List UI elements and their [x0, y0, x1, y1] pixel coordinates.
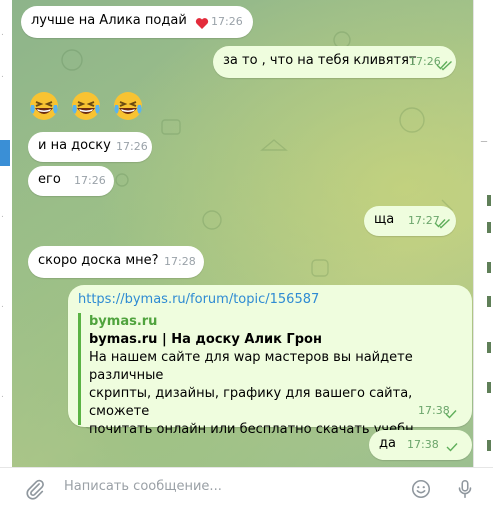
heart-icon[interactable] [195, 17, 209, 30]
chat-background[interactable]: лучше на Алика подай 17:26 за то , что н… [12, 0, 474, 467]
check-icon [445, 410, 457, 419]
message-link[interactable]: https://bymas.ru/forum/topic/156587 [78, 292, 319, 307]
message-time: 17:38 [407, 438, 439, 451]
double-check-icon [434, 218, 450, 229]
side-panel-marker [487, 440, 491, 451]
message-input[interactable]: Написать сообщение... [64, 479, 222, 494]
message-time: 17:28 [164, 255, 196, 268]
side-panel-marker [487, 382, 491, 393]
incoming-message[interactable]: лучше на Алика подай 17:26 [21, 6, 253, 38]
message-text: и на доску [38, 138, 111, 153]
outgoing-link-message[interactable]: https://bymas.ru/forum/topic/156587 byma… [68, 285, 472, 437]
side-panel-marker [487, 195, 491, 206]
message-text: за то , что на тебя кливятят [223, 53, 417, 68]
preview-site-name: bymas.ru [89, 314, 158, 329]
message-time: 17:26 [74, 174, 106, 187]
message-time: 17:26 [116, 140, 148, 153]
grinning-squinting-tears-emoji [72, 92, 100, 120]
emoji-icon[interactable] [410, 478, 432, 500]
outgoing-message[interactable]: ща 17:27 [364, 206, 456, 236]
message-text: да [379, 436, 396, 451]
side-panel-marker [487, 222, 491, 233]
preview-description-line: На нашем сайте для wap мастеров вы найде… [89, 350, 413, 383]
side-panel-marker [487, 342, 491, 353]
edge-mark: . [1, 390, 4, 400]
side-panel-marker [487, 296, 491, 307]
active-chat-indicator [0, 140, 10, 166]
preview-description: На нашем сайте для wap мастеров вы найде… [89, 349, 462, 439]
message-composer[interactable]: Написать сообщение... [0, 467, 493, 508]
side-panel-edge: — [473, 0, 493, 467]
message-time: 17:26 [211, 15, 243, 28]
microphone-icon[interactable] [454, 478, 476, 500]
chat-list-edge: . . . . . [0, 0, 12, 467]
incoming-message[interactable]: и на доску 17:26 [28, 132, 152, 162]
message-text: скоро доска мне? [38, 253, 159, 268]
side-panel-fragment: — [480, 137, 488, 145]
grinning-squinting-tears-emoji [30, 92, 58, 120]
preview-title: bymas.ru | На доску Алик Грон [89, 332, 322, 347]
message-text: лучше на Алика подай [31, 13, 187, 28]
outgoing-message[interactable]: за то , что на тебя кливятят 17:26 [213, 46, 456, 78]
message-text: ща [374, 212, 395, 227]
double-check-icon [436, 60, 452, 71]
preview-description-line: скрипты, дизайны, графику для вашего сай… [89, 386, 413, 419]
edge-mark: . [1, 70, 4, 80]
paperclip-icon[interactable] [24, 478, 46, 500]
edge-mark: . [1, 28, 4, 38]
emoji-message[interactable] [28, 90, 148, 122]
edge-mark: . [1, 300, 4, 310]
outgoing-message[interactable]: да 17:38 [369, 430, 472, 460]
side-panel-marker [487, 262, 491, 273]
grinning-squinting-tears-emoji [114, 92, 142, 120]
check-icon [446, 443, 458, 452]
message-text: его [38, 172, 61, 187]
link-preview[interactable]: bymas.ru bymas.ru | На доску Алик Грон Н… [78, 313, 462, 437]
incoming-message[interactable]: скоро доска мне? 17:28 [28, 246, 204, 278]
edge-mark: . [1, 210, 4, 220]
incoming-message[interactable]: его 17:26 [28, 166, 114, 196]
